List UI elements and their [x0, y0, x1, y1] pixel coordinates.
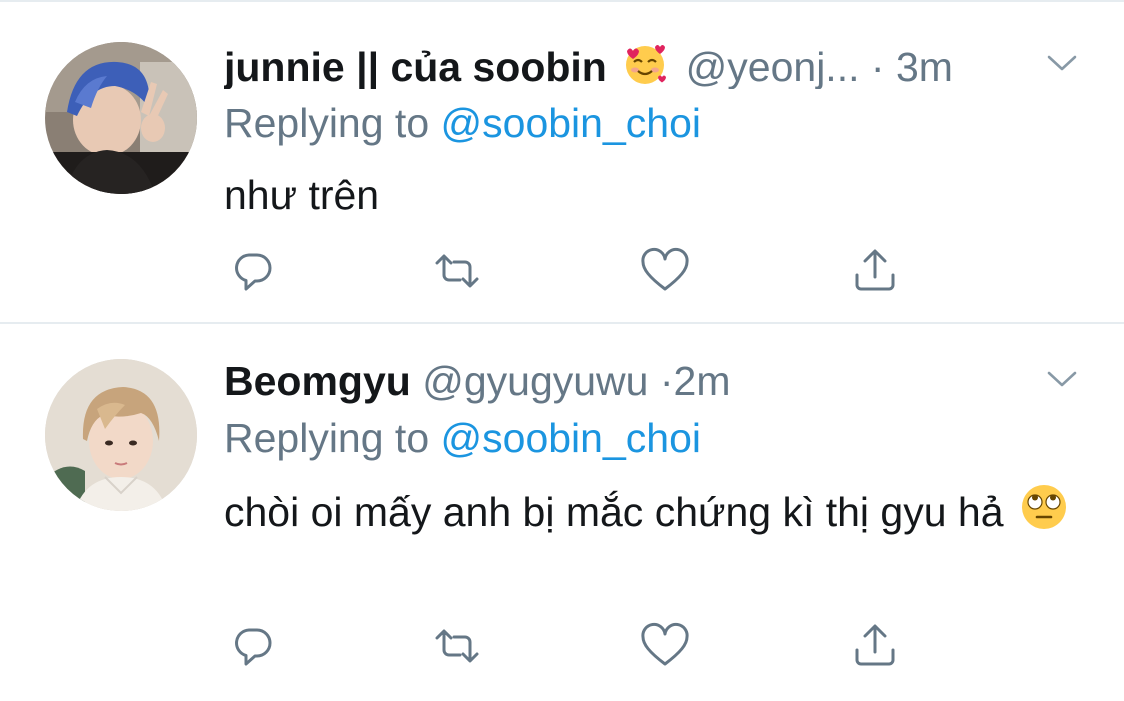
retweet-button[interactable] [431, 620, 483, 672]
mention-link[interactable]: @soobin_choi [441, 415, 701, 461]
like-icon [641, 622, 689, 666]
like-icon [641, 247, 689, 291]
share-button[interactable] [849, 245, 901, 297]
retweet-icon [435, 254, 479, 288]
tweet-actions [224, 245, 924, 297]
avatar[interactable] [45, 42, 197, 194]
share-icon [855, 249, 895, 291]
chevron-down-icon[interactable] [1044, 45, 1080, 81]
tweet-reply[interactable]: Beomgyu @gyugyuwu ·2m Replying to @soobi… [0, 324, 1124, 701]
reply-button[interactable] [227, 620, 279, 672]
timestamp[interactable]: 2m [674, 358, 731, 404]
separator-dot: · [870, 44, 885, 89]
like-button[interactable] [639, 620, 691, 672]
user-handle[interactable]: @gyugyuwu [422, 358, 648, 404]
reply-icon [235, 253, 272, 291]
mention-link[interactable]: @soobin_choi [441, 100, 701, 146]
tweet-actions [224, 620, 924, 672]
retweet-icon [435, 629, 479, 663]
smiling-face-with-hearts-icon [622, 41, 668, 89]
replying-to-line: Replying to @soobin_choi [224, 99, 701, 147]
like-button[interactable] [639, 245, 691, 297]
separator-dot: · [659, 358, 674, 404]
share-icon [855, 624, 895, 666]
replying-to-line: Replying to @soobin_choi [224, 414, 701, 462]
replying-prefix: Replying to [224, 415, 430, 461]
tweet-header: junnie || của soobin @yeonj... · 3m [224, 41, 1004, 89]
retweet-button[interactable] [431, 245, 483, 297]
avatar-photo [45, 359, 197, 511]
replying-prefix: Replying to [224, 100, 430, 146]
tweet-text: như trên [224, 167, 1084, 223]
face-with-rolling-eyes-icon [1019, 482, 1069, 546]
display-name[interactable]: junnie || của soobin [224, 44, 607, 89]
tweet-header: Beomgyu @gyugyuwu ·2m [224, 357, 1004, 405]
avatar[interactable] [45, 359, 197, 511]
avatar-photo [45, 42, 197, 194]
timestamp[interactable]: 3m [896, 44, 953, 89]
share-button[interactable] [849, 620, 901, 672]
user-handle[interactable]: @yeonj... [686, 44, 860, 89]
reply-icon [235, 628, 272, 666]
display-name[interactable]: Beomgyu [224, 358, 411, 404]
tweet-reply[interactable]: junnie || của soobin @yeonj... · 3m Repl… [0, 0, 1124, 324]
tweet-text-content: như trên [224, 172, 380, 218]
reply-button[interactable] [227, 245, 279, 297]
tweet-text-content: chòi oi mấy anh bị mắc chứng kì thị gyu … [224, 489, 1004, 535]
chevron-down-icon[interactable] [1044, 361, 1080, 397]
tweet-text: chòi oi mấy anh bị mắc chứng kì thị gyu … [224, 482, 1084, 546]
